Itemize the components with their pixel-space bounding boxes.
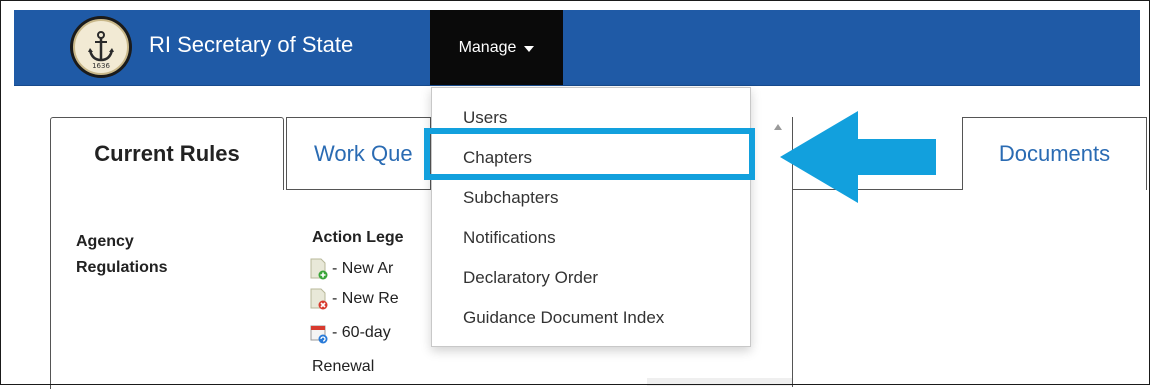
legend-label: - 60-day <box>332 324 391 341</box>
menu-item-declaratory-order[interactable]: Declaratory Order <box>432 258 750 298</box>
caret-down-icon <box>524 45 535 52</box>
legend-label: - New Re <box>332 290 399 307</box>
new-document-remove-icon <box>310 288 328 310</box>
brand-title[interactable]: RI Secretary of State <box>149 32 353 58</box>
pointer-arrow-icon <box>780 111 936 203</box>
anchor-icon <box>88 31 114 62</box>
top-navbar: 1636 RI Secretary of State Manage <box>14 10 1140 86</box>
chapters-highlight-box <box>424 128 755 180</box>
legend-renewal-text: Renewal <box>312 358 375 375</box>
manage-label: Manage <box>458 38 517 56</box>
regulations-line: Regulations <box>76 259 168 276</box>
tab-work-queue[interactable]: Work Que <box>286 117 431 190</box>
ri-seal-logo[interactable]: 1636 <box>70 16 132 78</box>
menu-item-subchapters[interactable]: Subchapters <box>432 178 750 218</box>
legend-item: - New Ar <box>310 258 393 280</box>
panel-border-left <box>50 189 51 389</box>
tab-documents[interactable]: Documents <box>962 117 1147 190</box>
agency-line: Agency <box>76 233 134 250</box>
tab-current-rules[interactable]: Current Rules <box>50 117 284 190</box>
legend-item: - 60-day <box>310 322 391 344</box>
legend-item: - New Re <box>310 288 399 310</box>
agency-regulations-heading: Agency Regulations <box>76 229 168 281</box>
tab-divider <box>286 189 431 190</box>
action-legend-title: Action Lege <box>312 229 404 246</box>
legend-label: - New Ar <box>332 260 394 277</box>
seal-year: 1636 <box>92 62 110 70</box>
manage-dropdown-menu: Users Chapters Subchapters Notifications… <box>431 87 751 347</box>
menu-item-guidance-document-index[interactable]: Guidance Document Index <box>432 298 750 338</box>
tab-label: Current Rules <box>94 141 240 166</box>
manage-menu-button[interactable]: Manage <box>430 10 563 85</box>
new-document-plus-icon <box>310 258 328 280</box>
tab-label: Documents <box>998 141 1111 166</box>
tab-label: Work Que <box>314 141 413 166</box>
calendar-refresh-icon <box>310 325 328 344</box>
menu-item-notifications[interactable]: Notifications <box>432 218 750 258</box>
